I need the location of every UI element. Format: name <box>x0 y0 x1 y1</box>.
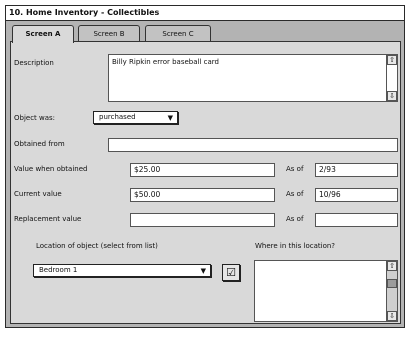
inventory-window: 10. Home Inventory - Collectibles Screen… <box>5 5 405 328</box>
scroll-down-arrow-icon[interactable]: ⇩ <box>387 311 397 321</box>
description-scrollbar[interactable]: ⇧ ⇩ <box>386 55 397 101</box>
value-when-obtained-asof-label: As of <box>286 165 304 173</box>
window-title: 10. Home Inventory - Collectibles <box>6 6 404 21</box>
scroll-down-arrow-icon[interactable]: ⇩ <box>387 91 397 101</box>
scroll-up-arrow-icon[interactable]: ⇧ <box>387 55 397 65</box>
where-field[interactable]: ⇧ ⇩ <box>254 260 398 322</box>
current-value-field[interactable]: $50.00 <box>130 188 275 202</box>
current-value-label: Current value <box>14 190 62 198</box>
obtained-from-field[interactable] <box>108 138 398 152</box>
location-value: Bedroom 1 <box>39 266 78 274</box>
object-was-dropdown[interactable]: purchased ▼ <box>93 111 178 124</box>
object-was-label: Object was: <box>14 114 56 122</box>
tab-screen-b[interactable]: Screen B <box>78 25 140 42</box>
location-dropdown[interactable]: Bedroom 1 ▼ <box>33 264 211 277</box>
description-label: Description <box>14 59 54 67</box>
replacement-value-asof-field[interactable] <box>315 213 398 227</box>
value-when-obtained-label: Value when obtained <box>14 165 88 173</box>
replacement-value-asof-label: As of <box>286 215 304 223</box>
chevron-down-icon: ▼ <box>167 114 173 122</box>
replacement-value-label: Replacement value <box>14 215 82 223</box>
description-field[interactable]: Billy Ripkin error baseball card ⇧ ⇩ <box>108 54 398 102</box>
value-when-obtained-field[interactable]: $25.00 <box>130 163 275 177</box>
screen-a-panel: Description Billy Ripkin error baseball … <box>10 41 401 324</box>
chevron-down-icon: ▼ <box>200 267 206 275</box>
scroll-up-arrow-icon[interactable]: ⇧ <box>387 261 397 271</box>
location-label: Location of object (select from list) <box>36 242 158 250</box>
description-text: Billy Ripkin error baseball card <box>112 58 219 66</box>
current-value-asof-field[interactable]: 10/96 <box>315 188 398 202</box>
current-value-asof-label: As of <box>286 190 304 198</box>
obtained-from-label: Obtained from <box>14 140 65 148</box>
scroll-thumb[interactable] <box>387 279 397 288</box>
checkbox-icon[interactable]: ☑ <box>222 264 240 281</box>
tab-screen-a[interactable]: Screen A <box>12 25 74 43</box>
value-when-obtained-asof-field[interactable]: 2/93 <box>315 163 398 177</box>
object-was-value: purchased <box>99 113 136 121</box>
where-scrollbar[interactable]: ⇧ ⇩ <box>386 261 397 321</box>
tab-screen-c[interactable]: Screen C <box>145 25 211 42</box>
replacement-value-field[interactable] <box>130 213 275 227</box>
where-label: Where in this location? <box>255 242 336 250</box>
